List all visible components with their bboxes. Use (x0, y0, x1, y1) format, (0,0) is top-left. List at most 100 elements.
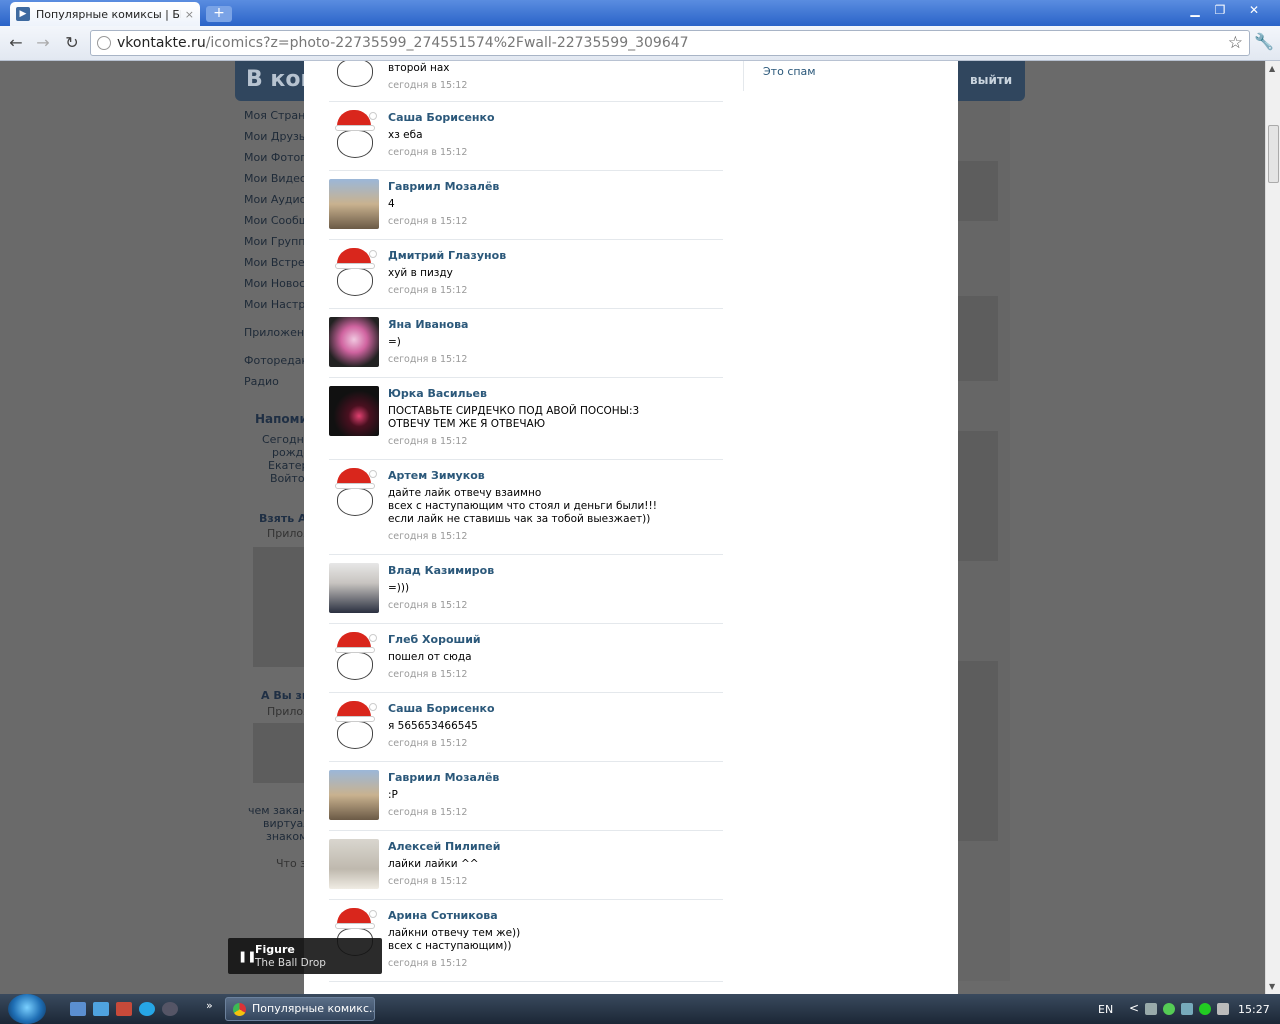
scroll-thumb[interactable] (1268, 125, 1279, 183)
comment-avatar[interactable] (329, 468, 379, 518)
comment-time[interactable]: сегодня в 15:12 (388, 531, 467, 542)
app-icon[interactable] (116, 1002, 132, 1016)
comment-avatar[interactable] (329, 317, 379, 367)
comment-avatar[interactable] (329, 632, 379, 682)
menu-item[interactable]: Мои Настро (244, 298, 312, 311)
comment-time[interactable]: сегодня в 15:12 (388, 147, 467, 158)
comment-time[interactable]: сегодня в 15:12 (388, 669, 467, 680)
comment-author-link[interactable]: Глеб Хороший (388, 633, 481, 646)
status-tray-icon[interactable] (1199, 1003, 1211, 1015)
language-indicator[interactable]: EN (1098, 1003, 1113, 1016)
start-button[interactable] (8, 994, 46, 1024)
comment-text: =) (388, 336, 401, 348)
restore-icon[interactable]: ❐ (1209, 1, 1231, 19)
comment-avatar[interactable] (329, 701, 379, 751)
comment-text: дайте лайк отвечу взаимно всех с наступа… (388, 487, 657, 525)
comment-time[interactable]: сегодня в 15:12 (388, 285, 467, 296)
comment-avatar[interactable] (329, 839, 379, 889)
comment-author-link[interactable]: Юрка Васильев (388, 387, 487, 400)
pause-icon[interactable]: ❚❚ (238, 950, 256, 963)
menu-item[interactable]: Моя Страни (244, 109, 313, 122)
logout-link[interactable]: выйти (970, 73, 1012, 87)
comment-time[interactable]: сегодня в 15:12 (388, 738, 467, 749)
menu-item[interactable]: Радио (244, 375, 279, 388)
comment-time[interactable]: сегодня в 15:12 (388, 436, 467, 447)
tab-close-icon[interactable]: × (185, 8, 194, 21)
comment-time[interactable]: сегодня в 15:12 (388, 958, 467, 969)
volume-tray-icon[interactable] (1217, 1003, 1229, 1015)
steam-tray-icon[interactable] (1145, 1003, 1157, 1015)
taskbar-chrome-item[interactable]: Популярные комикс... (225, 997, 375, 1021)
comment-avatar[interactable] (329, 61, 379, 89)
tray-expand-icon[interactable]: < (1129, 1001, 1139, 1015)
ad-title[interactable]: А Вы зн (261, 689, 310, 702)
banner-image (958, 296, 998, 381)
window-titlebar: ▶ Популярные комиксы | БЕЗ В × + ▁ ❐ ✕ (0, 0, 1280, 26)
menu-item[interactable]: Мои Видеоз (244, 172, 313, 185)
new-tab-button[interactable]: + (206, 6, 232, 22)
address-bar[interactable]: vkontakte.ru/icomics?z=photo-22735599_27… (90, 30, 1250, 56)
menu-item[interactable]: Мои Фотогр (244, 151, 313, 164)
media-title: Figure (255, 943, 295, 956)
more-link[interactable]: Что з (276, 857, 306, 870)
url-path: /icomics?z=photo-22735599_274551574%2Fwa… (205, 35, 689, 51)
menu-item[interactable]: Мои Сообщ (244, 214, 309, 227)
comment-avatar[interactable] (329, 179, 379, 229)
comment-avatar[interactable] (329, 563, 379, 613)
chrome-icon (233, 1003, 246, 1016)
skype-icon[interactable] (139, 1002, 155, 1016)
ad-image[interactable] (253, 547, 310, 667)
page-scrollbar[interactable]: ▲ ▼ (1265, 61, 1280, 994)
taskbar-clock[interactable]: 15:27 (1238, 1003, 1270, 1016)
menu-item[interactable]: Приложени (244, 326, 311, 339)
comment-author-link[interactable]: Яна Иванова (388, 318, 468, 331)
media-notification[interactable]: ❚❚ Figure The Ball Drop (228, 938, 382, 974)
close-icon[interactable]: ✕ (1243, 1, 1265, 19)
comment-time[interactable]: сегодня в 15:12 (388, 807, 467, 818)
comment-time[interactable]: сегодня в 15:12 (388, 876, 467, 887)
comment-avatar[interactable] (329, 248, 379, 298)
comment-author-link[interactable]: Влад Казимиров (388, 564, 494, 577)
comment-item: Арина Сотникова лайкни отвечу тем же)) вс… (329, 900, 723, 982)
report-spam-link[interactable]: Это спам (763, 65, 816, 78)
comment-author-link[interactable]: Дмитрий Глазунов (388, 249, 506, 262)
reload-icon[interactable]: ↻ (61, 32, 83, 54)
comment-time[interactable]: сегодня в 15:12 (388, 80, 467, 91)
comment-author-link[interactable]: Саша Борисенко (388, 702, 495, 715)
comment-avatar[interactable] (329, 386, 379, 436)
wrench-menu-icon[interactable]: 🔧 (1254, 32, 1274, 51)
show-desktop-icon[interactable] (70, 1002, 86, 1016)
back-icon[interactable]: ← (5, 32, 27, 54)
comment-author-link[interactable]: Арина Сотникова (388, 909, 498, 922)
steam-icon[interactable] (162, 1002, 178, 1016)
comment-author-link[interactable]: Гавриил Мозалёв (388, 771, 499, 784)
forward-icon[interactable]: → (32, 32, 54, 54)
scroll-down-icon[interactable]: ▼ (1269, 982, 1275, 991)
comment-author-link[interactable]: Артем Зимуков (388, 469, 485, 482)
comment-avatar[interactable] (329, 770, 379, 820)
menu-item[interactable]: Мои Друзья (244, 130, 312, 143)
comment-time[interactable]: сегодня в 15:12 (388, 600, 467, 611)
comment-item: Дмитрий Глазунов хуй в пизду сегодня в 15:… (329, 240, 723, 309)
comment-text: пошел от сюда (388, 651, 472, 663)
menu-item[interactable]: Мои Новост (244, 277, 312, 290)
minimize-icon[interactable]: ▁ (1184, 1, 1206, 19)
menu-item[interactable]: Мои Аудиоз (244, 193, 312, 206)
ad-image[interactable] (253, 723, 310, 783)
scroll-up-icon[interactable]: ▲ (1269, 64, 1275, 73)
security-tray-icon[interactable] (1163, 1003, 1175, 1015)
comment-author-link[interactable]: Гавриил Мозалёв (388, 180, 499, 193)
comment-time[interactable]: сегодня в 15:12 (388, 216, 467, 227)
bookmark-star-icon[interactable]: ☆ (1228, 33, 1243, 53)
comment-avatar[interactable] (329, 110, 379, 160)
ad-title[interactable]: Взять А (259, 512, 307, 525)
comment-author-link[interactable]: Саша Борисенко (388, 111, 495, 124)
quicklaunch-more-icon[interactable]: » (206, 999, 213, 1012)
comment-author-link[interactable]: Алексей Пилипей (388, 840, 500, 853)
comment-time[interactable]: сегодня в 15:12 (388, 354, 467, 365)
comment-text: я 565653466545 (388, 720, 478, 732)
comment-text: 4 (388, 198, 395, 210)
explorer-icon[interactable] (93, 1002, 109, 1016)
browser-tab[interactable]: ▶ Популярные комиксы | БЕЗ В × (10, 2, 200, 26)
network-tray-icon[interactable] (1181, 1003, 1193, 1015)
